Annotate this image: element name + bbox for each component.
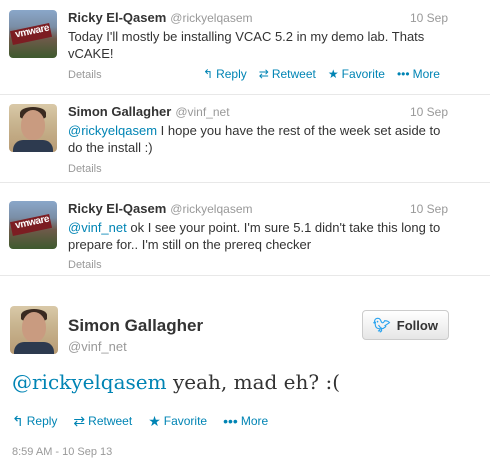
retweet-icon: ⇄ — [73, 413, 86, 429]
author-name[interactable]: Ricky El-Qasem — [68, 10, 166, 25]
retweet-button[interactable]: ⇄ Retweet — [73, 414, 132, 428]
author-handle[interactable]: @rickyelqasem — [170, 11, 252, 25]
tweet-author[interactable]: Simon Gallagher @vinf_net — [68, 104, 230, 119]
reply-label: Reply — [216, 67, 247, 81]
reply-icon: ↰ — [203, 67, 214, 81]
retweet-icon: ⇄ — [258, 67, 269, 81]
expanded-tweet-actions: ↰ Reply ⇄ Retweet ★ Favorite ••• More — [12, 414, 268, 428]
follow-label: Follow — [396, 317, 438, 333]
expanded-tweet-text: @rickyelqasem yeah, mad eh? :( — [12, 370, 340, 394]
tweet-text: Today I'll mostly be installing VCAC 5.2… — [68, 29, 425, 61]
details-link[interactable]: Details — [68, 163, 102, 175]
tweet-item[interactable]: vmware Ricky El-Qasem @rickyelqasem 10 Se… — [0, 183, 490, 276]
reply-button[interactable]: ↰ Reply — [12, 414, 57, 428]
author-handle[interactable]: @rickyelqasem — [170, 202, 252, 216]
details-link[interactable]: Details — [68, 69, 102, 81]
avatar-shirt — [13, 140, 53, 152]
favorite-button[interactable]: ★ Favorite — [148, 414, 207, 428]
star-icon: ★ — [327, 67, 339, 81]
expanded-avatar[interactable] — [10, 306, 58, 354]
mention-link[interactable]: @vinf_net — [68, 220, 127, 235]
retweet-label: Retweet — [271, 67, 316, 81]
reply-icon: ↰ — [12, 413, 24, 429]
favorite-label: Favorite — [163, 414, 208, 428]
twitter-bird-icon: 🐦︎ — [373, 316, 391, 333]
author-name[interactable]: Simon Gallagher — [68, 104, 171, 119]
reply-label: Reply — [26, 414, 58, 428]
more-button[interactable]: ••• More — [397, 67, 440, 81]
star-icon: ★ — [148, 413, 161, 429]
tweet-item[interactable]: vmware Ricky El-Qasem @rickyelqasem 10 Se… — [0, 0, 490, 95]
tweet-date[interactable]: 10 Sep — [410, 11, 448, 25]
tweet-author[interactable]: Ricky El-Qasem @rickyelqasem — [68, 10, 252, 25]
mention-link[interactable]: @rickyelqasem — [68, 123, 157, 138]
tweet-date[interactable]: 10 Sep — [410, 202, 448, 216]
favorite-button[interactable]: ★ Favorite — [328, 67, 385, 81]
favorite-label: Favorite — [341, 67, 385, 81]
tweet-author[interactable]: Ricky El-Qasem @rickyelqasem — [68, 201, 252, 216]
tweet-date[interactable]: 10 Sep — [410, 105, 448, 119]
author-name[interactable]: Ricky El-Qasem — [68, 201, 166, 216]
more-label: More — [240, 414, 269, 428]
more-dots-icon: ••• — [223, 413, 238, 429]
expanded-tweet-body: yeah, mad eh? :( — [166, 370, 341, 394]
retweet-button[interactable]: ⇄ Retweet — [259, 67, 316, 81]
author-handle[interactable]: @vinf_net — [175, 105, 229, 119]
mention-link[interactable]: @rickyelqasem — [12, 370, 167, 394]
avatar-shirt — [14, 342, 54, 354]
more-button[interactable]: ••• More — [223, 414, 268, 428]
avatar-face — [22, 312, 46, 342]
more-label: More — [412, 67, 440, 81]
retweet-label: Retweet — [88, 414, 133, 428]
expanded-author-name[interactable]: Simon Gallagher — [68, 316, 203, 336]
avatar[interactable]: vmware — [9, 10, 57, 58]
avatar[interactable] — [9, 104, 57, 152]
tweet-text: @vinf_net ok I see your point. I'm sure … — [68, 219, 448, 253]
reply-button[interactable]: ↰ Reply — [203, 67, 247, 81]
follow-button[interactable]: 🐦︎ Follow — [362, 310, 449, 340]
expanded-author-handle[interactable]: @vinf_net — [68, 339, 127, 354]
avatar[interactable]: vmware — [9, 201, 57, 249]
tweet-actions: ↰ Reply ⇄ Retweet ★ Favorite ••• More — [203, 67, 440, 81]
tweet-text: @rickyelqasem I hope you have the rest o… — [68, 122, 448, 156]
tweet-timestamp[interactable]: 8:59 AM - 10 Sep 13 — [12, 446, 112, 458]
details-link[interactable]: Details — [68, 259, 102, 271]
more-dots-icon: ••• — [396, 67, 410, 81]
tweet-item[interactable]: Simon Gallagher @vinf_net 10 Sep @rickyel… — [0, 95, 490, 183]
avatar-face — [21, 110, 45, 140]
